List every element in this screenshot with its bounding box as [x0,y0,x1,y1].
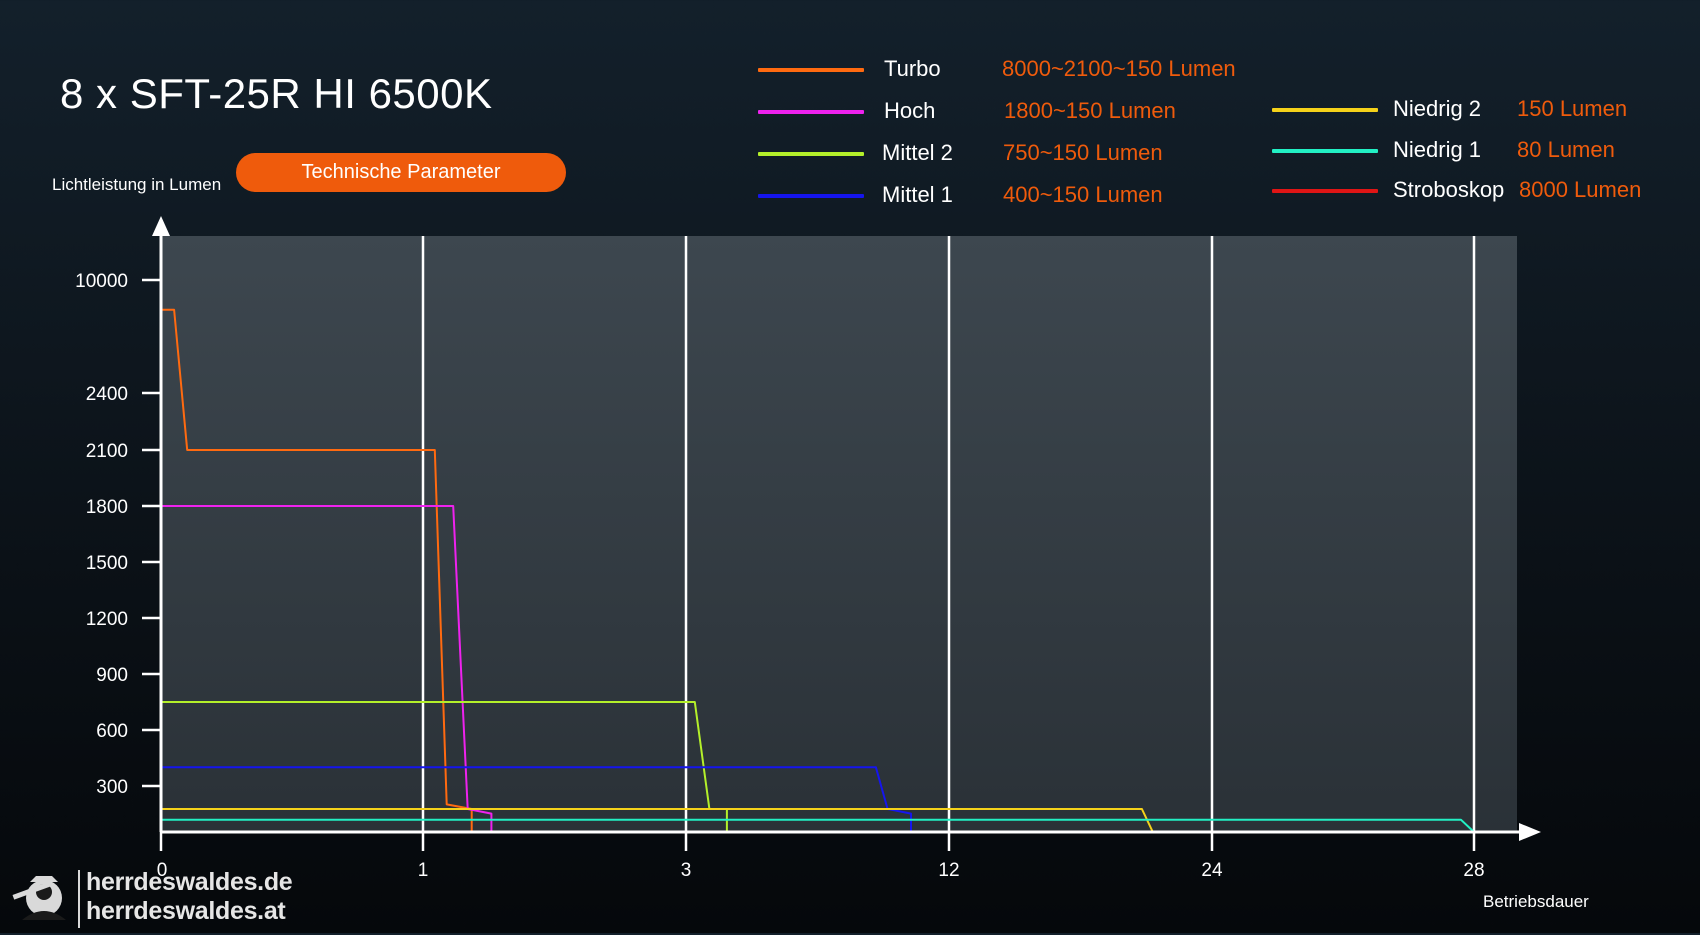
y-tick-label-2100: 2100 [86,441,128,462]
x-tick-label-3: 3 [681,860,692,881]
x-tick-label-1: 1 [418,860,429,881]
x-tick-label-24: 24 [1201,860,1223,881]
woodsman-logo-icon [12,870,80,928]
y-tick-label-1500: 1500 [86,553,128,574]
x-tick-label-28: 28 [1463,860,1484,881]
plot-area [161,236,1517,832]
site-logo: herrdeswaldes.de herrdeswaldes.at [8,868,298,930]
y-tick-label-1200: 1200 [86,609,128,630]
y-axis-arrow [152,216,170,236]
lumen-runtime-chart: 10000240021001800150012009006003000 1 3 12 2… [75,216,1541,881]
y-tick-label-900: 900 [96,665,128,686]
y-tick-label-10000: 10000 [75,271,128,292]
x-tick-label-12: 12 [938,860,959,881]
y-tick-label-1800: 1800 [86,497,128,518]
logo-line-2: herrdeswaldes.at [86,897,286,925]
logo-line-1: herrdeswaldes.de [86,868,293,896]
y-tick-label-2400: 2400 [86,384,128,405]
y-tick-label-300: 300 [96,777,128,798]
y-tick-label-600: 600 [96,721,128,742]
x-axis-arrow [1519,823,1541,841]
